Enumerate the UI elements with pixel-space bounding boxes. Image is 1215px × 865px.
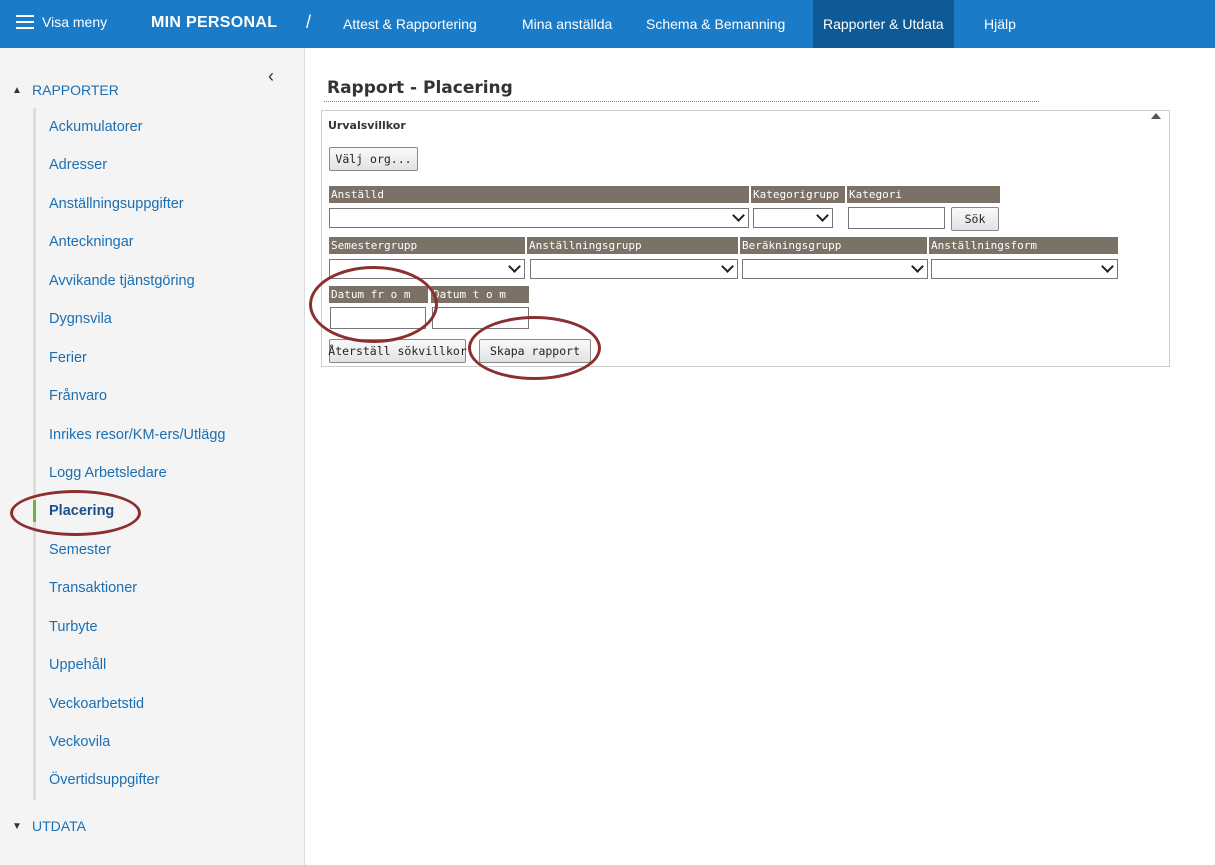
sidebar-item-ackumulatorer[interactable]: Ackumulatorer <box>36 108 225 146</box>
caret-up-icon: ▲ <box>12 84 22 96</box>
sidebar: ‹ ▲ RAPPORTER Ackumulatorer Adresser Ans… <box>0 48 305 865</box>
panel-heading: Urvalsvillkor <box>328 119 406 132</box>
sidebar-item-logg-arbetsledare[interactable]: Logg Arbetsledare <box>36 454 225 492</box>
chevron-down-icon <box>732 209 745 222</box>
sidebar-item-anteckningar[interactable]: Anteckningar <box>36 223 225 261</box>
sidebar-item-franvaro[interactable]: Frånvaro <box>36 377 225 415</box>
anstallningsgrupp-select[interactable] <box>530 259 738 279</box>
label-anstallningsform: Anställningsform <box>929 237 1118 254</box>
sidebar-item-veckoarbetstid[interactable]: Veckoarbetstid <box>36 685 225 723</box>
caret-down-icon: ▼ <box>12 820 22 832</box>
section-utdata-label: UTDATA <box>32 818 86 834</box>
nav-hjalp[interactable]: Hjälp <box>974 0 1026 48</box>
rapporter-list: Ackumulatorer Adresser Anställningsuppgi… <box>32 108 225 800</box>
sidebar-item-uppehall[interactable]: Uppehåll <box>36 646 225 684</box>
section-rapporter-label: RAPPORTER <box>32 82 119 98</box>
sidebar-item-ferier[interactable]: Ferier <box>36 339 225 377</box>
sidebar-item-adresser[interactable]: Adresser <box>36 146 225 184</box>
label-anstalld: Anställd <box>329 186 749 203</box>
section-rapporter[interactable]: ▲ RAPPORTER <box>12 82 119 98</box>
label-kategori: Kategori <box>847 186 1000 203</box>
berakningsgrupp-select[interactable] <box>742 259 928 279</box>
label-datum-from: Datum fr o m <box>329 286 428 303</box>
chevron-down-icon <box>721 260 734 273</box>
sidebar-item-inrikes-resor[interactable]: Inrikes resor/KM-ers/Utlägg <box>36 416 225 454</box>
chevron-down-icon <box>1101 260 1114 273</box>
show-menu-label: Visa meny <box>42 14 108 30</box>
nav-rapporter-utdata[interactable]: Rapporter & Utdata <box>813 0 954 48</box>
kategori-input[interactable] <box>848 207 945 229</box>
label-datum-tom: Datum t o m <box>431 286 529 303</box>
label-semestergrupp: Semestergrupp <box>329 237 525 254</box>
page-title: Rapport - Placering <box>327 78 513 98</box>
collapse-sidebar-icon[interactable]: ‹ <box>268 66 274 87</box>
nav-mina-anstallda[interactable]: Mina anställda <box>512 0 622 48</box>
label-kategorigrupp: Kategorigrupp <box>751 186 845 203</box>
top-navigation-bar: Visa meny MIN PERSONAL / Attest & Rappor… <box>0 0 1215 48</box>
create-report-button[interactable]: Skapa rapport <box>479 339 591 363</box>
chevron-down-icon <box>508 260 521 273</box>
datum-from-input[interactable] <box>330 307 426 329</box>
sidebar-item-turbyte[interactable]: Turbyte <box>36 608 225 646</box>
sidebar-item-dygnsvila[interactable]: Dygnsvila <box>36 300 225 338</box>
chevron-down-icon <box>911 260 924 273</box>
sidebar-item-semester[interactable]: Semester <box>36 531 225 569</box>
section-utdata[interactable]: ▼ UTDATA <box>12 818 86 834</box>
hamburger-icon <box>16 15 34 29</box>
nav-attest-rapportering[interactable]: Attest & Rapportering <box>333 0 487 48</box>
sidebar-item-transaktioner[interactable]: Transaktioner <box>36 569 225 607</box>
sidebar-item-veckovila[interactable]: Veckovila <box>36 723 225 761</box>
brand-separator: / <box>306 12 312 32</box>
search-button[interactable]: Sök <box>951 207 999 231</box>
kategorigrupp-select[interactable] <box>753 208 833 228</box>
choose-org-button[interactable]: Välj org... <box>329 147 418 171</box>
anstalld-select[interactable] <box>329 208 749 228</box>
label-anstallningsgrupp: Anställningsgrupp <box>527 237 738 254</box>
panel-collapse-arrow-icon[interactable] <box>1151 113 1161 119</box>
anstallningsform-select[interactable] <box>931 259 1118 279</box>
label-berakningsgrupp: Beräkningsgrupp <box>740 237 927 254</box>
title-underline <box>324 101 1039 102</box>
nav-schema-bemanning[interactable]: Schema & Bemanning <box>636 0 795 48</box>
semestergrupp-select[interactable] <box>329 259 525 279</box>
app-brand[interactable]: MIN PERSONAL <box>151 14 277 32</box>
show-menu-button[interactable]: Visa meny <box>16 14 107 30</box>
sidebar-item-anstallningsuppgifter[interactable]: Anställningsuppgifter <box>36 185 225 223</box>
chevron-down-icon <box>816 209 829 222</box>
sidebar-item-placering[interactable]: Placering <box>32 492 225 530</box>
reset-criteria-button[interactable]: Återställ sökvillkor <box>328 339 467 363</box>
datum-tom-input[interactable] <box>432 307 529 329</box>
criteria-panel: Urvalsvillkor Välj org... Anställd Kateg… <box>321 110 1170 367</box>
sidebar-item-overtidsuppgifter[interactable]: Övertidsuppgifter <box>36 761 225 799</box>
sidebar-item-avvikande-tjanstgoring[interactable]: Avvikande tjänstgöring <box>36 262 225 300</box>
